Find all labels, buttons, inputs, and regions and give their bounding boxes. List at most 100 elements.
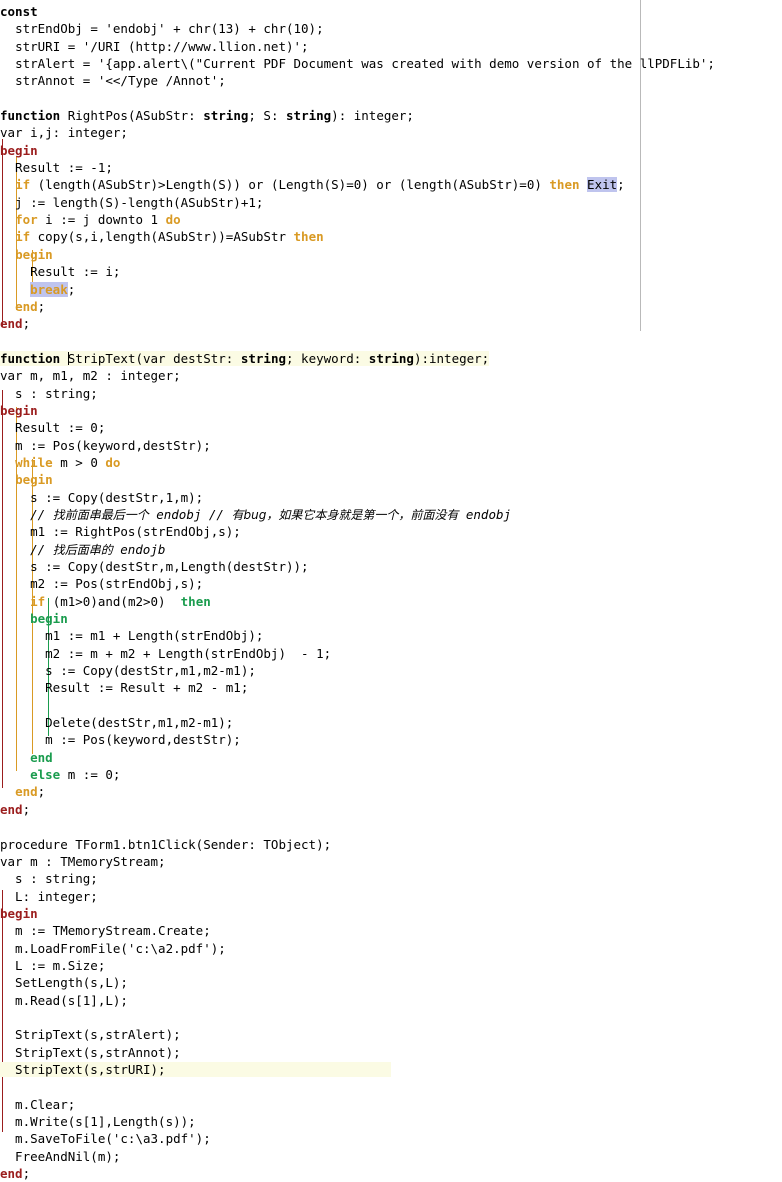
code-line[interactable]: L := m.Size; [0,957,782,974]
code-line[interactable]: for i := j downto 1 do [0,211,782,228]
token-text: ):integer; [413,350,490,366]
token-text: ; [22,801,31,817]
code-line[interactable]: s : string; [0,870,782,887]
code-line-blank[interactable] [0,333,782,350]
code-line[interactable]: if (length(ASubStr)>Length(S)) or (Lengt… [0,176,782,193]
code-line[interactable]: end; [0,783,782,800]
token-text: ; [22,316,31,332]
code-line[interactable]: const [0,3,782,20]
code-line-blank[interactable] [0,697,782,714]
code-line[interactable]: s : string; [0,385,782,402]
code-line[interactable]: strAnnot = '<</Type /Annot'; [0,72,782,89]
code-line[interactable]: L: integer; [0,888,782,905]
code-line[interactable]: strAlert = '{app.alert\("Current PDF Doc… [0,55,782,72]
token-text: StripText(var destStr: [67,350,241,366]
current-code-line[interactable]: function StripText(var destStr: string; … [0,350,782,367]
code-line-blank[interactable] [0,1078,782,1095]
token-comment-chinese: 找前面串最后一个 [52,507,149,522]
token-text: m1 := m1 + Length(strEndObj); [0,628,264,644]
code-line[interactable]: else m := 0; [0,766,782,783]
token-type-string: string [240,350,286,366]
code-line[interactable]: begin [0,142,782,159]
code-line[interactable]: m := Pos(keyword,destStr); [0,437,782,454]
code-line[interactable]: FreeAndNil(m); [0,1148,782,1165]
token-text: ; [37,298,46,314]
code-line[interactable]: end; [0,315,782,332]
code-line[interactable]: // 找后面串的 endojb [0,541,782,558]
code-line[interactable]: // 找前面串最后一个 endobj // 有bug，如果它本身就是第一个，前面… [0,506,782,523]
code-line[interactable]: strURI = '/URI (http://www.llion.net)'; [0,38,782,55]
code-line[interactable]: s := Copy(destStr,1,m); [0,489,782,506]
token-comment: // [30,506,53,522]
code-line[interactable]: StripText(s,strAlert); [0,1026,782,1043]
code-line[interactable]: m.Read(s[1],L); [0,992,782,1009]
code-line[interactable]: s := Copy(destStr,m1,m2-m1); [0,662,782,679]
token-end: end [0,801,23,817]
code-lines[interactable]: const strEndObj = 'endobj' + chr(13) + c… [0,0,782,1182]
token-text: s : string; [0,871,98,887]
code-line[interactable]: var m, m1, m2 : integer; [0,367,782,384]
code-line[interactable]: Result := Result + m2 - m1; [0,679,782,696]
code-line[interactable]: m.Clear; [0,1096,782,1113]
token-text: procedure TForm1.btn1Click(Sender: TObje… [0,836,332,852]
code-line-blank[interactable] [0,1009,782,1026]
code-line[interactable]: m2 := m + m2 + Length(strEndObj) - 1; [0,645,782,662]
code-editor[interactable]: const strEndObj = 'endobj' + chr(13) + c… [0,0,782,1181]
code-line[interactable]: begin [0,402,782,419]
token-do: do [105,454,121,470]
code-line[interactable]: begin [0,246,782,263]
code-line[interactable]: Result := 0; [0,419,782,436]
code-line[interactable]: j := length(S)-length(ASubStr)+1; [0,194,782,211]
code-line[interactable]: strEndObj = 'endobj' + chr(13) + chr(10)… [0,20,782,37]
code-line[interactable]: begin [0,610,782,627]
code-line[interactable]: m.Write(s[1],Length(s)); [0,1113,782,1130]
code-line[interactable]: s := Copy(destStr,m,Length(destStr)); [0,558,782,575]
code-line[interactable]: end; [0,298,782,315]
selected-token-break[interactable]: break [30,281,68,297]
token-text: ; [617,177,625,193]
code-line[interactable]: end; [0,1165,782,1182]
current-line-highlight: function StripText(var destStr: string; … [0,350,490,366]
code-line[interactable]: StripText(s,strAnnot); [0,1044,782,1061]
token-text: strAlert = '{app.alert\("Current PDF Doc… [15,56,715,72]
code-line[interactable]: Result := -1; [0,159,782,176]
code-line[interactable]: function RightPos(ASubStr: string; S: st… [0,107,782,124]
code-line[interactable]: m.LoadFromFile('c:\a2.pdf'); [0,940,782,957]
code-line[interactable]: m1 := m1 + Length(strEndObj); [0,627,782,644]
code-line[interactable]: var i,j: integer; [0,124,782,141]
code-line[interactable]: SetLength(s,L); [0,974,782,991]
code-line[interactable]: end [0,749,782,766]
code-line[interactable]: var m : TMemoryStream; [0,853,782,870]
code-line[interactable]: if copy(s,i,length(ASubStr))=ASubStr the… [0,228,782,245]
token-while: while [15,454,53,470]
code-line[interactable]: m1 := RightPos(strEndObj,s); [0,523,782,540]
token-function: function [0,350,61,366]
code-line[interactable]: if (m1>0)and(m2>0) then [0,593,782,610]
code-line[interactable]: procedure TForm1.btn1Click(Sender: TObje… [0,836,782,853]
code-line[interactable]: Delete(destStr,m1,m2-m1); [0,714,782,731]
code-line-blank[interactable] [0,90,782,107]
code-line[interactable]: end; [0,801,782,818]
token-text: RightPos(ASubStr: [60,108,204,124]
token-then: then [180,593,211,609]
code-line-blank[interactable] [0,818,782,835]
code-line[interactable]: break; [0,281,782,298]
code-line[interactable]: m2 := Pos(strEndObj,s); [0,575,782,592]
selected-token-exit[interactable]: Exit [587,177,618,193]
code-line[interactable]: begin [0,471,782,488]
code-line[interactable]: m := TMemoryStream.Create; [0,922,782,939]
code-line[interactable]: m := Pos(keyword,destStr); [0,731,782,748]
code-line[interactable]: while m > 0 do [0,454,782,471]
highlighted-occurrence-line[interactable]: StripText(s,strURI); [0,1061,782,1078]
code-line[interactable]: m.SaveToFile('c:\a3.pdf'); [0,1130,782,1147]
code-line[interactable]: Result := i; [0,263,782,280]
code-line[interactable]: begin [0,905,782,922]
token-text: ; S: [248,108,287,124]
